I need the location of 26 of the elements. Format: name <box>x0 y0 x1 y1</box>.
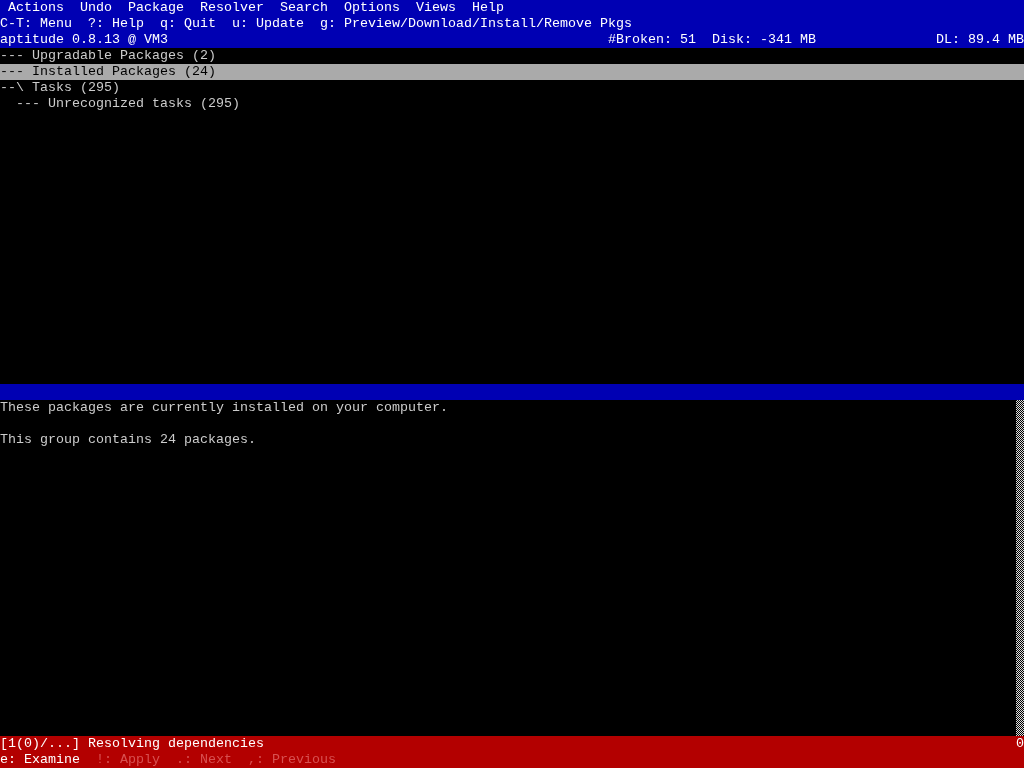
description-text: This group contains 24 packages. <box>0 432 257 448</box>
menu-item[interactable]: Search <box>280 0 328 16</box>
resolver-action[interactable]: e: Examine <box>0 752 80 768</box>
menu-item[interactable]: Undo <box>80 0 112 16</box>
key-hint: C-T: Menu <box>0 16 72 32</box>
resolver-count: 0 <box>1016 736 1024 752</box>
menu-item[interactable]: Package <box>128 0 184 16</box>
tree-row[interactable]: --- Upgradable Packages (2) <box>0 48 1024 64</box>
app-title: aptitude 0.8.13 @ VM3 <box>0 32 169 48</box>
resolver-message: [1(0)/...] Resolving dependencies <box>0 736 265 752</box>
menu-item[interactable]: Resolver <box>200 0 264 16</box>
menu-item[interactable]: Actions <box>8 0 64 16</box>
key-hint: g: Preview/Download/Install/Remove Pkgs <box>319 16 632 32</box>
key-hint: ?: Help <box>88 16 144 32</box>
disk-usage: Disk: -341 MB <box>712 32 816 48</box>
tree-row[interactable]: --- Unrecognized tasks (295) <box>0 96 1024 112</box>
menu-item[interactable]: Options <box>344 0 400 16</box>
download-size: DL: 89.4 MB <box>936 32 1024 48</box>
menu-item[interactable]: Views <box>416 0 456 16</box>
menu-item[interactable]: Help <box>472 0 504 16</box>
key-hint: q: Quit <box>160 16 216 32</box>
tree-row[interactable]: --\ Tasks (295) <box>0 80 1024 96</box>
tree-row[interactable]: --- Installed Packages (24) <box>0 64 1024 80</box>
description-text: These packages are currently installed on your computer. <box>0 400 449 416</box>
key-hint: u: Update <box>232 16 304 32</box>
broken-count: #Broken: 51 <box>608 32 697 48</box>
